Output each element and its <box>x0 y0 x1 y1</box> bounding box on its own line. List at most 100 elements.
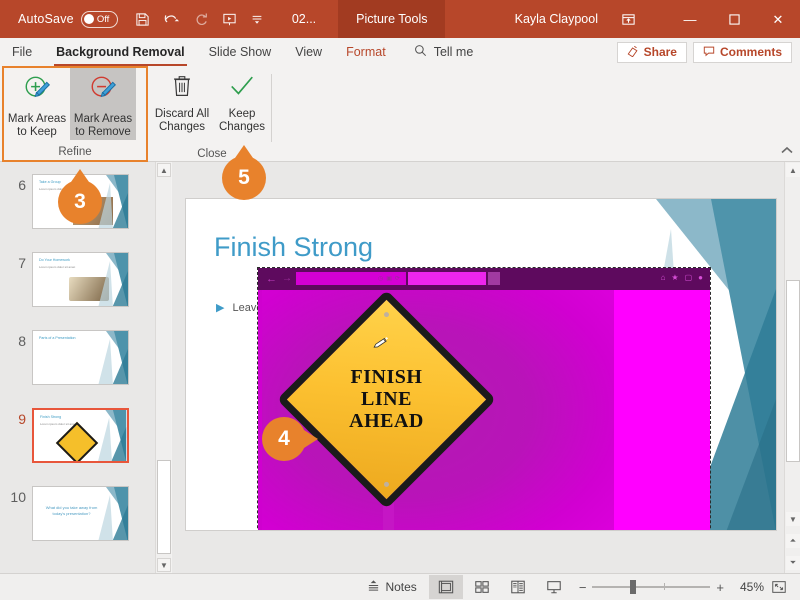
notes-icon <box>367 579 380 595</box>
ribbon-display-options-icon[interactable] <box>608 0 648 38</box>
next-slide-icon[interactable]: ⏷ <box>786 556 800 570</box>
notes-label: Notes <box>385 580 416 594</box>
slide-title[interactable]: Finish Strong <box>214 232 373 263</box>
zoom-slider-thumb[interactable] <box>630 580 636 594</box>
ribbon-tab-bar: File Background Removal Slide Show View … <box>0 38 800 66</box>
callout-badge-4: 4 <box>262 417 306 461</box>
zoom-slider-tick <box>664 583 665 590</box>
tab-slide-show[interactable]: Slide Show <box>197 38 284 66</box>
thumbnail-title: Do Your Homework <box>39 258 70 262</box>
current-slide[interactable]: Finish Strong ▶ Leave them with a lastin… <box>185 198 777 531</box>
tell-me-search[interactable]: Tell me <box>414 44 474 60</box>
thumbnail-pane-scrollbar[interactable]: ▲ ▼ <box>155 162 171 573</box>
thumbnail-scroll-thumb[interactable] <box>157 460 171 554</box>
sign-line-1: FINISH <box>351 367 423 388</box>
scroll-thumb[interactable] <box>786 280 800 462</box>
minimize-button[interactable]: — <box>668 0 712 38</box>
thumbnail-slide[interactable]: Parts of a Presentation <box>32 330 129 385</box>
picture-tools-context-tab[interactable]: Picture Tools <box>338 0 445 38</box>
previous-slide-icon[interactable]: ⏶ <box>786 534 800 548</box>
tab-slide-show-label: Slide Show <box>209 45 272 59</box>
thumbnail-sign-icon <box>56 422 98 463</box>
image-keep-region[interactable]: FINISH LINE AHEAD <box>262 290 614 531</box>
thumbnail-number: 7 <box>6 252 26 271</box>
image-removal-region[interactable] <box>614 290 710 531</box>
window-controls: — ✕ <box>668 0 800 38</box>
thumbnail-slide-selected[interactable]: Finish Strong Lorem ipsum dolor sit amet <box>32 408 129 463</box>
document-name[interactable]: 02... <box>292 12 316 26</box>
tab-format[interactable]: Format <box>334 38 398 66</box>
thumbnail-item-8[interactable]: 8 Parts of a Presentation <box>6 330 129 385</box>
ribbon-group-refine-name: Refine <box>4 146 146 158</box>
share-button[interactable]: Share <box>617 42 687 63</box>
thumbnail-item-9[interactable]: 9 Finish Strong Lorem ipsum dolor sit am… <box>6 408 129 463</box>
stop-icon: ▢ <box>685 273 693 282</box>
slide-decoration <box>98 175 128 228</box>
undo-icon[interactable] <box>163 12 181 27</box>
tab-format-label: Format <box>346 45 386 59</box>
mark-areas-to-keep-icon <box>22 74 53 110</box>
status-bar-right: Notes − + 45% <box>357 575 800 599</box>
home-icon: ⌂ <box>661 273 666 282</box>
bullet-marker-icon: ▶ <box>216 301 224 316</box>
browser-tab <box>408 272 486 285</box>
thumbnail-body: Lorem ipsum dolor sit amet <box>39 265 75 269</box>
thumbnail-slide[interactable]: Do Your Homework Lorem ipsum dolor sit a… <box>32 252 129 307</box>
user-account-name[interactable]: Kayla Claypool <box>515 12 598 26</box>
customize-quick-access-icon[interactable] <box>250 12 264 26</box>
autosave-control[interactable]: AutoSave Off <box>18 11 118 28</box>
collapse-ribbon-icon[interactable] <box>780 146 794 158</box>
scroll-up-icon[interactable]: ▲ <box>786 163 800 177</box>
redo-icon[interactable] <box>194 12 209 27</box>
slide-decoration <box>97 410 127 461</box>
tab-background-removal[interactable]: Background Removal <box>44 38 197 66</box>
mark-areas-to-keep-button[interactable]: Mark Areasto Keep <box>4 68 70 140</box>
zoom-out-button[interactable]: − <box>579 581 587 594</box>
fit-slide-to-window-icon[interactable] <box>766 575 792 599</box>
comments-button[interactable]: Comments <box>693 42 792 63</box>
thumbnail-slide[interactable]: What did you take away from today's pres… <box>32 486 129 541</box>
autosave-toggle[interactable]: Off <box>81 11 118 28</box>
slide-sorter-icon[interactable] <box>465 575 499 599</box>
discard-all-changes-label: Discard AllChanges <box>155 108 209 133</box>
discard-all-changes-button[interactable]: Discard AllChanges <box>152 66 212 138</box>
tell-me-label: Tell me <box>434 45 474 59</box>
tab-file[interactable]: File <box>0 38 44 66</box>
close-button[interactable]: ✕ <box>756 0 800 38</box>
save-icon[interactable] <box>135 12 150 27</box>
thumbnail-title: Finish Strong <box>40 415 61 419</box>
background-removal-image[interactable]: FINISH LINE AHEAD ← <box>258 268 710 531</box>
slide-area-scrollbar[interactable]: ▲ ▼ ⏶ ⏷ <box>784 162 800 573</box>
scroll-down-icon[interactable]: ▼ <box>786 512 800 526</box>
zoom-percentage-label[interactable]: 45% <box>734 580 764 594</box>
tab-view[interactable]: View <box>283 38 334 66</box>
sign-line-3: AHEAD <box>349 411 424 432</box>
reading-view-icon[interactable] <box>501 575 535 599</box>
powerpoint-window: AutoSave Off 02... Pi <box>0 0 800 600</box>
autosave-label: AutoSave <box>18 12 74 26</box>
thumbnail-body: Lorem ipsum dolor sit amet <box>40 422 76 426</box>
slide-editing-area[interactable]: Finish Strong ▶ Leave them with a lastin… <box>172 162 800 573</box>
thumbnail-scroll-up-icon[interactable]: ▲ <box>157 163 171 177</box>
comments-label: Comments <box>720 45 782 59</box>
zoom-slider-track[interactable] <box>592 586 710 588</box>
image-browser-toolbar: ← → ◷▣⟳ ⌂★▢● <box>258 268 710 290</box>
tab-background-removal-label: Background Removal <box>56 45 185 59</box>
slide-show-icon[interactable] <box>537 575 571 599</box>
thumbnail-scroll-down-icon[interactable]: ▼ <box>157 558 171 572</box>
callout-number: 4 <box>278 427 290 451</box>
keep-changes-button[interactable]: KeepChanges <box>212 66 272 138</box>
notes-button[interactable]: Notes <box>357 575 426 599</box>
thumbnail-number: 10 <box>6 486 26 505</box>
mark-areas-to-remove-button[interactable]: Mark Areasto Remove <box>70 68 136 140</box>
picture-tools-label: Picture Tools <box>356 12 427 26</box>
maximize-button[interactable] <box>712 0 756 38</box>
thumbnail-item-10[interactable]: 10 What did you take away from today's p… <box>6 486 129 541</box>
zoom-in-button[interactable]: + <box>716 581 724 594</box>
normal-view-icon[interactable] <box>429 575 463 599</box>
thumbnail-item-7[interactable]: 7 Do Your Homework Lorem ipsum dolor sit… <box>6 252 129 307</box>
mark-areas-to-remove-icon <box>88 74 119 110</box>
start-presentation-icon[interactable] <box>222 12 237 27</box>
zoom-control[interactable]: − + 45% <box>579 580 764 594</box>
thumbnail-number: 6 <box>6 174 26 193</box>
